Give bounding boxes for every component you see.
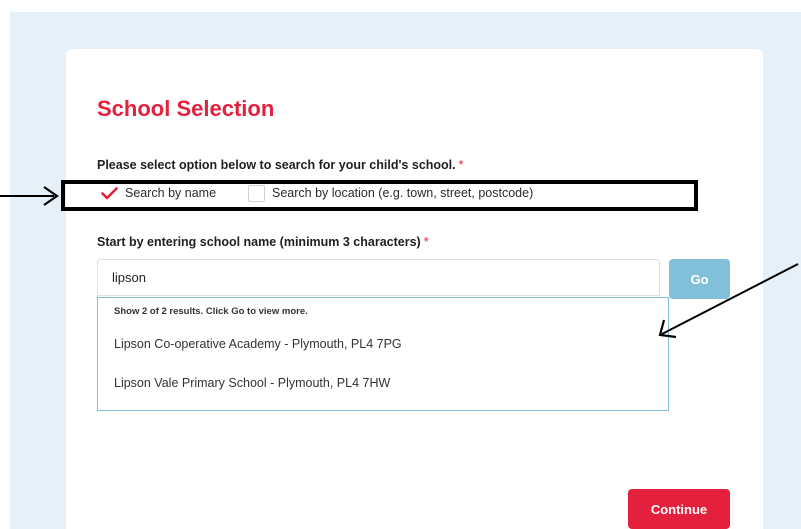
search-by-location-label: Search by location (e.g. town, street, p… [272, 186, 534, 200]
school-name-label: Start by entering school name (minimum 3… [97, 235, 429, 249]
search-by-location-option[interactable]: Search by location (e.g. town, street, p… [248, 184, 533, 202]
school-name-input[interactable] [97, 259, 660, 296]
result-item[interactable]: Lipson Vale Primary School - Plymouth, P… [114, 376, 390, 390]
search-mode-prompt-text: Please select option below to search for… [97, 158, 456, 172]
results-hint: Show 2 of 2 results. Click Go to view mo… [114, 306, 308, 317]
school-name-label-text: Start by entering school name (minimum 3… [97, 235, 421, 249]
continue-button[interactable]: Continue [628, 489, 730, 529]
search-by-name-checkbox[interactable] [101, 185, 118, 202]
search-mode-prompt: Please select option below to search for… [97, 158, 464, 172]
checkmark-icon [101, 186, 118, 199]
page-title: School Selection [97, 96, 275, 121]
search-by-location-checkbox[interactable] [248, 184, 265, 202]
go-button[interactable]: Go [669, 259, 730, 299]
required-marker: * [423, 235, 429, 249]
result-item[interactable]: Lipson Co-operative Academy - Plymouth, … [114, 337, 402, 351]
results-dropdown: Show 2 of 2 results. Click Go to view mo… [97, 297, 669, 411]
required-marker: * [458, 158, 464, 172]
search-by-name-option[interactable]: Search by name [101, 184, 216, 202]
search-by-name-label: Search by name [125, 186, 217, 200]
